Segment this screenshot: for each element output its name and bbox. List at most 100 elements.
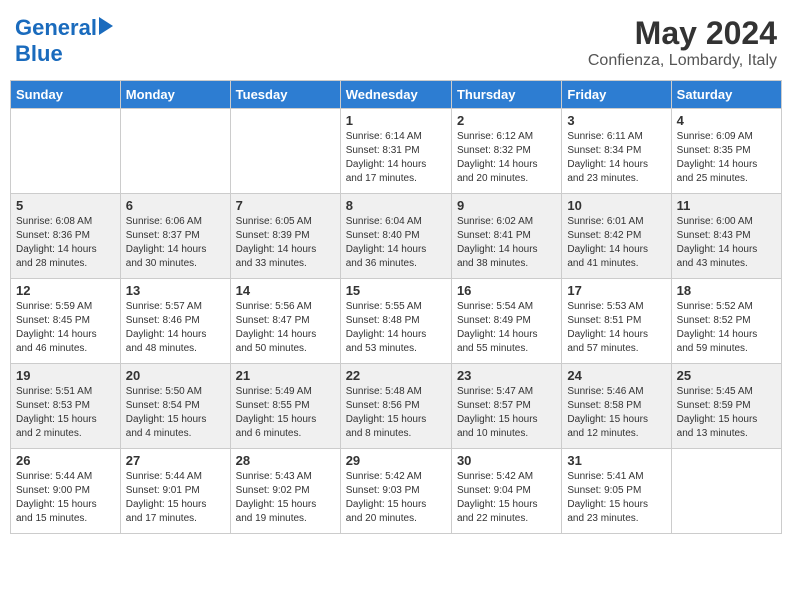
day-number: 20: [126, 368, 225, 383]
calendar-cell: 25 Sunrise: 5:45 AMSunset: 8:59 PMDayligh…: [671, 364, 781, 449]
calendar-cell: 2 Sunrise: 6:12 AMSunset: 8:32 PMDaylight…: [451, 109, 561, 194]
day-info: Sunrise: 5:43 AMSunset: 9:02 PMDaylight:…: [236, 470, 335, 526]
day-info: Sunrise: 5:56 AMSunset: 8:47 PMDaylight:…: [236, 300, 335, 356]
day-info: Sunrise: 5:57 AMSunset: 8:46 PMDaylight:…: [126, 300, 225, 356]
day-info: Sunrise: 5:53 AMSunset: 8:51 PMDaylight:…: [567, 300, 665, 356]
day-info: Sunrise: 6:02 AMSunset: 8:41 PMDaylight:…: [457, 215, 556, 271]
calendar-cell: 13Sunrise: 5:57 AMSunset: 8:46 PMDayligh…: [120, 279, 230, 364]
calendar-cell: 1Sunrise: 6:14 AMSunset: 8:31 PMDaylight…: [340, 109, 451, 194]
day-info: Sunrise: 5:44 AMSunset: 9:01 PMDaylight:…: [126, 470, 225, 526]
calendar-week-4: 19Sunrise: 5:51 AMSunset: 8:53 PMDayligh…: [11, 364, 782, 449]
day-number: 22: [346, 368, 446, 383]
day-number: 24: [567, 368, 665, 383]
page-header: General Blue May 2024 Confienza, Lombard…: [10, 10, 782, 70]
calendar-cell: [11, 109, 121, 194]
day-number: 28: [236, 453, 335, 468]
day-number: 8: [346, 198, 446, 213]
calendar-cell: 24Sunrise: 5:46 AMSunset: 8:58 PMDayligh…: [562, 364, 671, 449]
calendar-cell: 20 Sunrise: 5:50 AMSunset: 8:54 PMDayligh…: [120, 364, 230, 449]
calendar-week-1: 1Sunrise: 6:14 AMSunset: 8:31 PMDaylight…: [11, 109, 782, 194]
day-number: 7: [236, 198, 335, 213]
calendar-week-5: 26 Sunrise: 5:44 AMSunset: 9:00 PMDayligh…: [11, 449, 782, 534]
day-info: Sunrise: 6:12 AMSunset: 8:32 PMDaylight:…: [457, 130, 556, 186]
day-number: 21: [236, 368, 335, 383]
calendar-week-3: 12 Sunrise: 5:59 AMSunset: 8:45 PMDayligh…: [11, 279, 782, 364]
calendar-cell: 3 Sunrise: 6:11 AMSunset: 8:34 PMDaylight…: [562, 109, 671, 194]
day-info: Sunrise: 5:45 AMSunset: 8:59 PMDaylight:…: [677, 385, 776, 441]
calendar-cell: 11 Sunrise: 6:00 AMSunset: 8:43 PMDayligh…: [671, 194, 781, 279]
day-info: Sunrise: 6:04 AMSunset: 8:40 PMDaylight:…: [346, 215, 446, 271]
day-info: Sunrise: 5:59 AMSunset: 8:45 PMDaylight:…: [16, 300, 115, 356]
day-number: 16: [457, 283, 556, 298]
day-number: 31: [567, 453, 665, 468]
day-number: 3: [567, 113, 665, 128]
day-info: Sunrise: 5:50 AMSunset: 8:54 PMDaylight:…: [126, 385, 225, 441]
calendar-cell: 27 Sunrise: 5:44 AMSunset: 9:01 PMDayligh…: [120, 449, 230, 534]
day-number: 4: [677, 113, 776, 128]
calendar-cell: [120, 109, 230, 194]
day-header-sunday: Sunday: [11, 81, 121, 109]
day-info: Sunrise: 5:44 AMSunset: 9:00 PMDaylight:…: [16, 470, 115, 526]
calendar-cell: 10 Sunrise: 6:01 AMSunset: 8:42 PMDayligh…: [562, 194, 671, 279]
calendar-cell: 29 Sunrise: 5:42 AMSunset: 9:03 PMDayligh…: [340, 449, 451, 534]
day-info: Sunrise: 5:42 AMSunset: 9:03 PMDaylight:…: [346, 470, 446, 526]
day-number: 26: [16, 453, 115, 468]
day-number: 29: [346, 453, 446, 468]
day-info: Sunrise: 5:48 AMSunset: 8:56 PMDaylight:…: [346, 385, 446, 441]
day-info: Sunrise: 6:01 AMSunset: 8:42 PMDaylight:…: [567, 215, 665, 271]
day-header-wednesday: Wednesday: [340, 81, 451, 109]
calendar-week-2: 5 Sunrise: 6:08 AMSunset: 8:36 PMDaylight…: [11, 194, 782, 279]
day-number: 12: [16, 283, 115, 298]
day-info: Sunrise: 6:00 AMSunset: 8:43 PMDaylight:…: [677, 215, 776, 271]
calendar-cell: 18 Sunrise: 5:52 AMSunset: 8:52 PMDayligh…: [671, 279, 781, 364]
day-number: 27: [126, 453, 225, 468]
day-info: Sunrise: 5:52 AMSunset: 8:52 PMDaylight:…: [677, 300, 776, 356]
day-number: 11: [677, 198, 776, 213]
calendar-cell: 8 Sunrise: 6:04 AMSunset: 8:40 PMDaylight…: [340, 194, 451, 279]
day-number: 19: [16, 368, 115, 383]
day-info: Sunrise: 6:08 AMSunset: 8:36 PMDaylight:…: [16, 215, 115, 271]
calendar-header-row: SundayMondayTuesdayWednesdayThursdayFrid…: [11, 81, 782, 109]
day-number: 17: [567, 283, 665, 298]
calendar-cell: 16Sunrise: 5:54 AMSunset: 8:49 PMDayligh…: [451, 279, 561, 364]
logo-text-blue: Blue: [15, 41, 63, 67]
calendar-cell: 23Sunrise: 5:47 AMSunset: 8:57 PMDayligh…: [451, 364, 561, 449]
day-number: 25: [677, 368, 776, 383]
calendar-cell: 14 Sunrise: 5:56 AMSunset: 8:47 PMDayligh…: [230, 279, 340, 364]
calendar-cell: 31 Sunrise: 5:41 AMSunset: 9:05 PMDayligh…: [562, 449, 671, 534]
day-info: Sunrise: 5:42 AMSunset: 9:04 PMDaylight:…: [457, 470, 556, 526]
month-title: May 2024: [588, 15, 777, 52]
calendar-cell: 30 Sunrise: 5:42 AMSunset: 9:04 PMDayligh…: [451, 449, 561, 534]
calendar-cell: 9 Sunrise: 6:02 AMSunset: 8:41 PMDaylight…: [451, 194, 561, 279]
day-number: 30: [457, 453, 556, 468]
day-header-tuesday: Tuesday: [230, 81, 340, 109]
calendar-table: SundayMondayTuesdayWednesdayThursdayFrid…: [10, 80, 782, 534]
day-header-monday: Monday: [120, 81, 230, 109]
day-info: Sunrise: 6:14 AMSunset: 8:31 PMDaylight:…: [346, 130, 446, 186]
calendar-cell: [671, 449, 781, 534]
day-number: 2: [457, 113, 556, 128]
day-number: 6: [126, 198, 225, 213]
logo: General Blue: [15, 15, 113, 67]
day-info: Sunrise: 6:09 AMSunset: 8:35 PMDaylight:…: [677, 130, 776, 186]
title-block: May 2024 Confienza, Lombardy, Italy: [588, 15, 777, 70]
calendar-cell: 5 Sunrise: 6:08 AMSunset: 8:36 PMDaylight…: [11, 194, 121, 279]
day-number: 5: [16, 198, 115, 213]
calendar-cell: 6Sunrise: 6:06 AMSunset: 8:37 PMDaylight…: [120, 194, 230, 279]
day-number: 10: [567, 198, 665, 213]
day-number: 23: [457, 368, 556, 383]
logo-arrow-icon: [99, 17, 113, 35]
day-number: 9: [457, 198, 556, 213]
calendar-cell: 12 Sunrise: 5:59 AMSunset: 8:45 PMDayligh…: [11, 279, 121, 364]
calendar-cell: 19Sunrise: 5:51 AMSunset: 8:53 PMDayligh…: [11, 364, 121, 449]
day-number: 18: [677, 283, 776, 298]
day-info: Sunrise: 5:41 AMSunset: 9:05 PMDaylight:…: [567, 470, 665, 526]
day-info: Sunrise: 6:05 AMSunset: 8:39 PMDaylight:…: [236, 215, 335, 271]
logo-text-general: General: [15, 15, 97, 41]
day-number: 15: [346, 283, 446, 298]
day-info: Sunrise: 5:49 AMSunset: 8:55 PMDaylight:…: [236, 385, 335, 441]
day-number: 14: [236, 283, 335, 298]
day-info: Sunrise: 6:11 AMSunset: 8:34 PMDaylight:…: [567, 130, 665, 186]
day-header-friday: Friday: [562, 81, 671, 109]
day-header-saturday: Saturday: [671, 81, 781, 109]
